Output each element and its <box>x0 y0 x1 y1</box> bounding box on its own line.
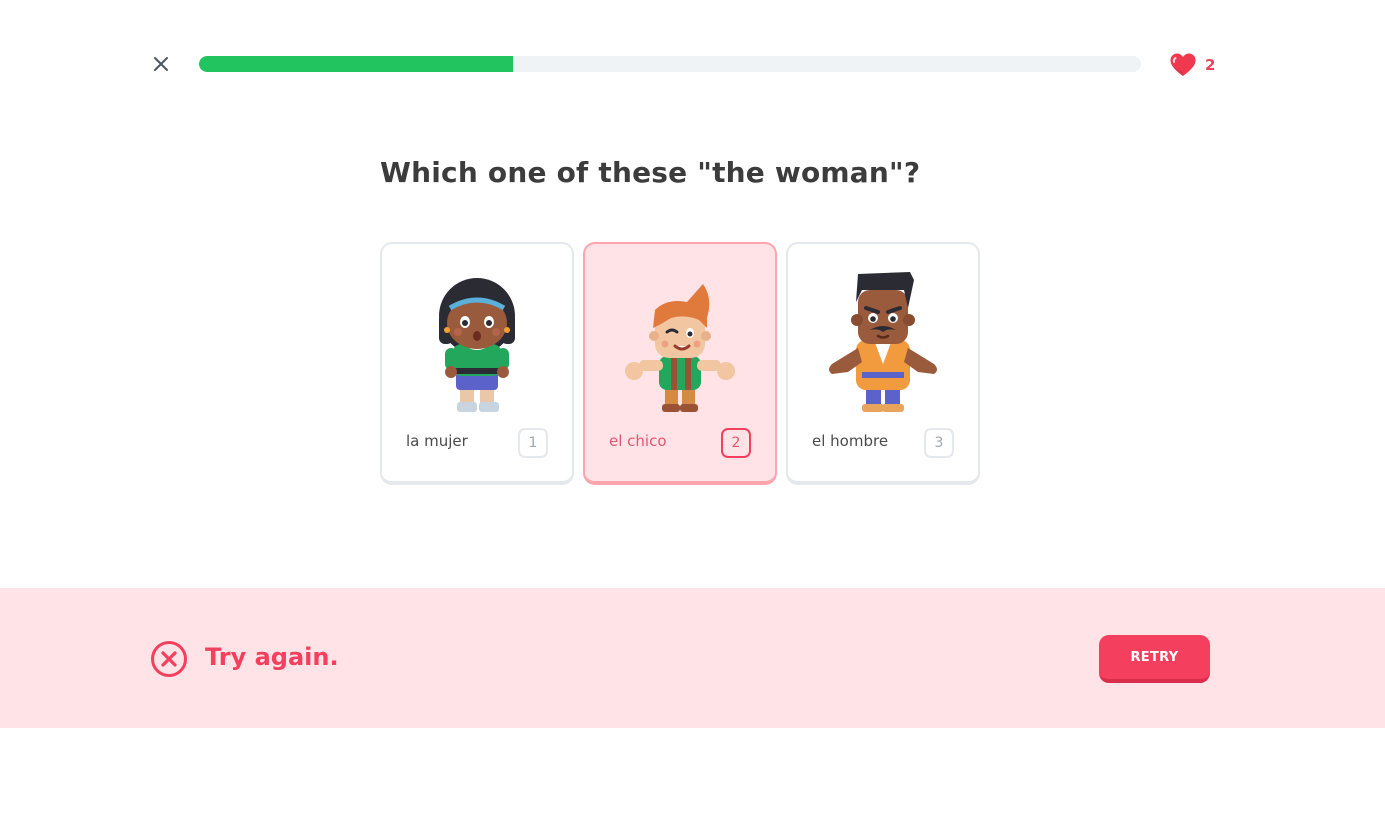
choice-card-el-hombre[interactable]: el hombre 3 <box>786 242 980 485</box>
close-icon <box>154 57 168 71</box>
error-circle-icon <box>150 640 188 678</box>
feedback-banner: Try again. RETRY <box>0 588 1385 728</box>
question-prompt: Which one of these "the woman"? <box>380 156 921 189</box>
lesson-progress-bar <box>199 56 1141 72</box>
choice-label: la mujer <box>406 432 468 450</box>
boy-character-illustration <box>615 268 745 414</box>
woman-character-illustration <box>412 268 542 414</box>
hearts-counter[interactable]: 2 <box>1169 51 1215 79</box>
choice-key-hint: 1 <box>518 428 548 458</box>
hearts-count: 2 <box>1205 55 1216 74</box>
choice-card-la-mujer[interactable]: la mujer 1 <box>380 242 574 485</box>
lesson-progress-fill <box>199 56 513 72</box>
choice-list: la mujer 1 el chico 2 el hombre 3 <box>380 242 980 485</box>
close-button[interactable] <box>150 53 172 75</box>
heart-icon <box>1170 53 1196 76</box>
retry-button[interactable]: RETRY <box>1099 635 1210 683</box>
choice-card-el-chico[interactable]: el chico 2 <box>583 242 777 485</box>
choice-key-hint: 3 <box>924 428 954 458</box>
man-character-illustration <box>818 268 948 414</box>
choice-label: el hombre <box>812 432 889 450</box>
choice-key-hint: 2 <box>721 428 751 458</box>
feedback-message: Try again. <box>205 643 339 671</box>
choice-label: el chico <box>609 432 667 450</box>
